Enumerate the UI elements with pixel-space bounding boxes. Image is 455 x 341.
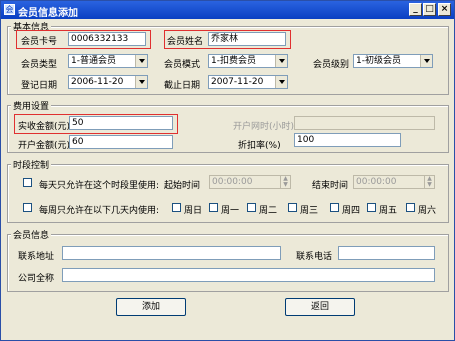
title-bar[interactable]: 会 会员信息添加 _ □ × (1, 1, 454, 19)
type-select[interactable]: 1-普通会员 (68, 54, 148, 68)
end-time-input[interactable]: 00:00:00 ▲ ▼ (353, 175, 435, 189)
phone-label: 联系电话 (296, 252, 333, 262)
day-checkbox-sun[interactable] (172, 203, 181, 212)
address-input[interactable] (62, 246, 281, 260)
back-button[interactable]: 返回 (285, 298, 355, 316)
app-icon: 会 (4, 4, 15, 15)
member-info-legend: 会员信息 (11, 228, 52, 241)
spinner-icon[interactable]: ▲ ▼ (424, 176, 434, 188)
card-no-input[interactable]: 0006332133 (68, 32, 146, 46)
day-label-mon: 周一 (221, 206, 240, 216)
level-value: 1-初级会员 (356, 56, 401, 66)
type-label: 会员类型 (21, 60, 58, 70)
name-label: 会员姓名 (167, 37, 204, 47)
day-checkbox-sat[interactable] (406, 203, 415, 212)
open-amount-label: 开户金额(元) (18, 141, 71, 151)
end-date-value: 2007-11-20 (211, 77, 264, 87)
day-label-tue: 周二 (259, 206, 278, 216)
maximize-button[interactable]: □ (423, 3, 436, 16)
end-time-value: 00:00:00 (356, 177, 397, 187)
add-button[interactable]: 添加 (116, 298, 186, 316)
day-label-sun: 周日 (184, 206, 203, 216)
start-time-input[interactable]: 00:00:00 ▲ ▼ (209, 175, 291, 189)
company-label: 公司全称 (18, 274, 55, 284)
level-label: 会员级别 (313, 60, 350, 70)
spinner-icon[interactable]: ▲ ▼ (280, 176, 290, 188)
daily-limit-checkbox[interactable] (23, 178, 32, 187)
day-label-fri: 周五 (379, 206, 398, 216)
card-no-label: 会员卡号 (21, 37, 58, 47)
mode-value: 1-扣费会员 (211, 56, 256, 66)
mode-label: 会员模式 (164, 60, 201, 70)
day-checkbox-fri[interactable] (367, 203, 376, 212)
end-date-picker[interactable]: 2007-11-20 (208, 75, 288, 89)
name-input[interactable]: 乔家林 (208, 32, 286, 46)
address-label: 联系地址 (18, 252, 55, 262)
chevron-down-icon[interactable] (420, 55, 432, 67)
received-label: 实收金额(元) (18, 122, 71, 132)
minimize-button[interactable]: _ (409, 3, 422, 16)
member-info-group (7, 234, 449, 292)
chevron-down-icon[interactable] (135, 55, 147, 67)
mode-select[interactable]: 1-扣费会员 (208, 54, 288, 68)
day-checkbox-wed[interactable] (288, 203, 297, 212)
fee-legend: 费用设置 (11, 99, 52, 112)
day-checkbox-thu[interactable] (330, 203, 339, 212)
daily-limit-label: 每天只允许在这个时段里使用: (39, 181, 160, 191)
open-hours-input[interactable] (294, 116, 435, 130)
open-hours-label: 开户网时(小时) (233, 122, 295, 132)
start-time-label: 起始时间 (164, 181, 201, 191)
weekly-limit-checkbox[interactable] (23, 203, 32, 212)
reg-date-value: 2006-11-20 (71, 77, 124, 87)
close-button[interactable]: × (438, 3, 451, 16)
spin-down-icon[interactable]: ▼ (283, 181, 288, 188)
type-value: 1-普通会员 (71, 56, 116, 66)
discount-label: 折扣率(%) (238, 141, 281, 151)
open-amount-input[interactable]: 60 (69, 135, 173, 149)
phone-input[interactable] (338, 246, 435, 260)
received-input[interactable]: 50 (69, 116, 173, 130)
level-select[interactable]: 1-初级会员 (353, 54, 433, 68)
window-title: 会员信息添加 (18, 8, 78, 19)
end-time-label: 结束时间 (312, 181, 349, 191)
end-date-label: 截止日期 (164, 81, 201, 91)
day-checkbox-tue[interactable] (247, 203, 256, 212)
reg-date-label: 登记日期 (21, 81, 58, 91)
discount-input[interactable]: 100 (294, 133, 401, 147)
company-input[interactable] (62, 268, 435, 282)
chevron-down-icon[interactable] (275, 76, 287, 88)
day-label-sat: 周六 (418, 206, 437, 216)
spin-down-icon[interactable]: ▼ (427, 181, 432, 188)
day-label-wed: 周三 (300, 206, 319, 216)
chevron-down-icon[interactable] (275, 55, 287, 67)
day-checkbox-mon[interactable] (209, 203, 218, 212)
weekly-limit-label: 每周只允许在以下几天内使用: (39, 206, 160, 216)
chevron-down-icon[interactable] (135, 76, 147, 88)
reg-date-picker[interactable]: 2006-11-20 (68, 75, 148, 89)
start-time-value: 00:00:00 (212, 177, 253, 187)
time-control-legend: 时段控制 (11, 158, 52, 171)
member-add-window: 会 会员信息添加 _ □ × 基本信息 会员卡号 0006332133 会员姓名… (0, 0, 455, 341)
day-label-thu: 周四 (342, 206, 361, 216)
